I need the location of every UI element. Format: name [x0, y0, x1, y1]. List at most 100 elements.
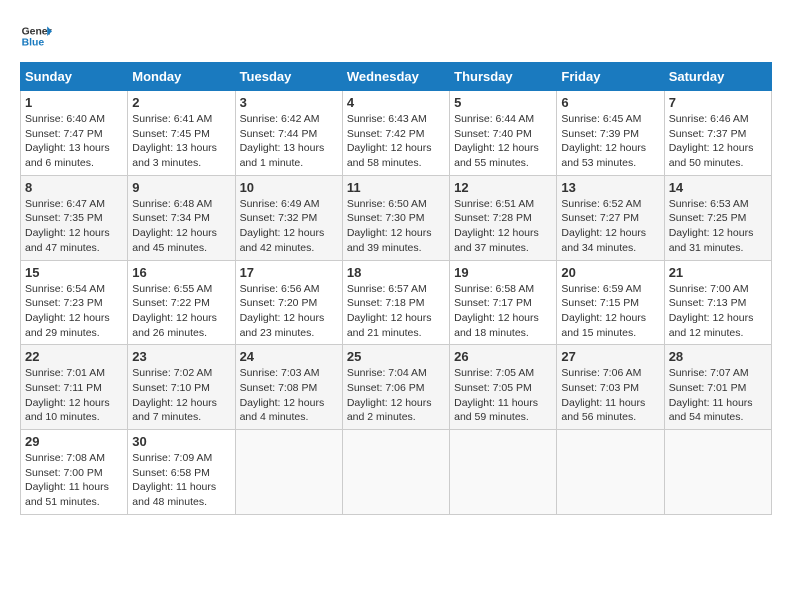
day-info: Sunrise: 7:01 AMSunset: 7:11 PMDaylight:… — [25, 366, 123, 425]
day-info: Sunrise: 6:44 AMSunset: 7:40 PMDaylight:… — [454, 112, 552, 171]
calendar-body: 1 Sunrise: 6:40 AMSunset: 7:47 PMDaylight… — [21, 91, 772, 515]
weekday-friday: Friday — [557, 63, 664, 91]
day-info: Sunrise: 6:56 AMSunset: 7:20 PMDaylight:… — [240, 282, 338, 341]
day-number: 26 — [454, 349, 552, 364]
weekday-monday: Monday — [128, 63, 235, 91]
weekday-sunday: Sunday — [21, 63, 128, 91]
day-info: Sunrise: 6:46 AMSunset: 7:37 PMDaylight:… — [669, 112, 767, 171]
day-info: Sunrise: 6:45 AMSunset: 7:39 PMDaylight:… — [561, 112, 659, 171]
week-row-2: 8Sunrise: 6:47 AMSunset: 7:35 PMDaylight… — [21, 175, 772, 260]
day-cell: 14Sunrise: 6:53 AMSunset: 7:25 PMDayligh… — [664, 175, 771, 260]
day-cell — [664, 430, 771, 515]
day-number: 12 — [454, 180, 552, 195]
day-number: 1 — [25, 95, 123, 110]
day-number: 27 — [561, 349, 659, 364]
day-cell: 6 Sunrise: 6:45 AMSunset: 7:39 PMDaylight… — [557, 91, 664, 176]
day-number: 30 — [132, 434, 230, 449]
day-cell: 9 Sunrise: 6:48 AMSunset: 7:34 PMDaylight… — [128, 175, 235, 260]
day-cell: 15 Sunrise: 6:54 AMSunset: 7:23 PMDayligh… — [21, 260, 128, 345]
week-row-5: 29Sunrise: 7:08 AMSunset: 7:00 PMDayligh… — [21, 430, 772, 515]
day-number: 6 — [561, 95, 659, 110]
day-info: Sunrise: 6:52 AMSunset: 7:27 PMDaylight:… — [561, 197, 659, 256]
day-info: Sunrise: 6:43 AMSunset: 7:42 PMDaylight:… — [347, 112, 445, 171]
day-cell: 30 Sunrise: 7:09 AMSunset: 6:58 PMDayligh… — [128, 430, 235, 515]
day-info: Sunrise: 6:59 AMSunset: 7:15 PMDaylight:… — [561, 282, 659, 341]
day-number: 17 — [240, 265, 338, 280]
day-number: 29 — [25, 434, 123, 449]
weekday-wednesday: Wednesday — [342, 63, 449, 91]
day-info: Sunrise: 6:54 AMSunset: 7:23 PMDaylight:… — [25, 282, 123, 341]
day-cell: 27 Sunrise: 7:06 AMSunset: 7:03 PMDayligh… — [557, 345, 664, 430]
weekday-saturday: Saturday — [664, 63, 771, 91]
day-cell: 4 Sunrise: 6:43 AMSunset: 7:42 PMDaylight… — [342, 91, 449, 176]
day-cell: 5 Sunrise: 6:44 AMSunset: 7:40 PMDaylight… — [450, 91, 557, 176]
day-cell: 21 Sunrise: 7:00 AMSunset: 7:13 PMDayligh… — [664, 260, 771, 345]
day-cell: 18Sunrise: 6:57 AMSunset: 7:18 PMDayligh… — [342, 260, 449, 345]
day-number: 15 — [25, 265, 123, 280]
day-info: Sunrise: 7:07 AMSunset: 7:01 PMDaylight:… — [669, 366, 767, 425]
week-row-3: 15 Sunrise: 6:54 AMSunset: 7:23 PMDayligh… — [21, 260, 772, 345]
day-info: Sunrise: 7:03 AMSunset: 7:08 PMDaylight:… — [240, 366, 338, 425]
day-cell: 22 Sunrise: 7:01 AMSunset: 7:11 PMDayligh… — [21, 345, 128, 430]
weekday-tuesday: Tuesday — [235, 63, 342, 91]
day-number: 21 — [669, 265, 767, 280]
day-cell: 24Sunrise: 7:03 AMSunset: 7:08 PMDayligh… — [235, 345, 342, 430]
day-number: 19 — [454, 265, 552, 280]
day-info: Sunrise: 7:02 AMSunset: 7:10 PMDaylight:… — [132, 366, 230, 425]
day-cell: 1 Sunrise: 6:40 AMSunset: 7:47 PMDaylight… — [21, 91, 128, 176]
weekday-header-row: SundayMondayTuesdayWednesdayThursdayFrid… — [21, 63, 772, 91]
day-info: Sunrise: 7:00 AMSunset: 7:13 PMDaylight:… — [669, 282, 767, 341]
day-number: 28 — [669, 349, 767, 364]
day-cell: 11Sunrise: 6:50 AMSunset: 7:30 PMDayligh… — [342, 175, 449, 260]
week-row-1: 1 Sunrise: 6:40 AMSunset: 7:47 PMDaylight… — [21, 91, 772, 176]
page-header: General Blue — [20, 20, 772, 52]
day-cell — [450, 430, 557, 515]
day-number: 11 — [347, 180, 445, 195]
day-number: 2 — [132, 95, 230, 110]
day-info: Sunrise: 6:49 AMSunset: 7:32 PMDaylight:… — [240, 197, 338, 256]
logo-icon: General Blue — [20, 20, 52, 52]
day-number: 25 — [347, 349, 445, 364]
logo: General Blue — [20, 20, 52, 52]
day-cell: 8Sunrise: 6:47 AMSunset: 7:35 PMDaylight… — [21, 175, 128, 260]
day-cell: 26Sunrise: 7:05 AMSunset: 7:05 PMDayligh… — [450, 345, 557, 430]
weekday-thursday: Thursday — [450, 63, 557, 91]
day-info: Sunrise: 7:04 AMSunset: 7:06 PMDaylight:… — [347, 366, 445, 425]
day-info: Sunrise: 6:55 AMSunset: 7:22 PMDaylight:… — [132, 282, 230, 341]
day-number: 10 — [240, 180, 338, 195]
day-info: Sunrise: 6:40 AMSunset: 7:47 PMDaylight:… — [25, 112, 123, 171]
day-cell: 29Sunrise: 7:08 AMSunset: 7:00 PMDayligh… — [21, 430, 128, 515]
day-info: Sunrise: 6:58 AMSunset: 7:17 PMDaylight:… — [454, 282, 552, 341]
day-cell — [235, 430, 342, 515]
day-number: 4 — [347, 95, 445, 110]
day-cell: 20 Sunrise: 6:59 AMSunset: 7:15 PMDayligh… — [557, 260, 664, 345]
day-info: Sunrise: 6:53 AMSunset: 7:25 PMDaylight:… — [669, 197, 767, 256]
day-cell — [342, 430, 449, 515]
day-info: Sunrise: 7:06 AMSunset: 7:03 PMDaylight:… — [561, 366, 659, 425]
day-cell: 19 Sunrise: 6:58 AMSunset: 7:17 PMDayligh… — [450, 260, 557, 345]
day-number: 20 — [561, 265, 659, 280]
day-number: 9 — [132, 180, 230, 195]
day-cell: 25 Sunrise: 7:04 AMSunset: 7:06 PMDayligh… — [342, 345, 449, 430]
day-info: Sunrise: 6:48 AMSunset: 7:34 PMDaylight:… — [132, 197, 230, 256]
day-number: 3 — [240, 95, 338, 110]
day-cell: 28 Sunrise: 7:07 AMSunset: 7:01 PMDayligh… — [664, 345, 771, 430]
day-info: Sunrise: 6:42 AMSunset: 7:44 PMDaylight:… — [240, 112, 338, 171]
day-number: 8 — [25, 180, 123, 195]
day-number: 13 — [561, 180, 659, 195]
day-number: 22 — [25, 349, 123, 364]
day-info: Sunrise: 6:51 AMSunset: 7:28 PMDaylight:… — [454, 197, 552, 256]
day-number: 23 — [132, 349, 230, 364]
day-cell: 13 Sunrise: 6:52 AMSunset: 7:27 PMDayligh… — [557, 175, 664, 260]
day-cell — [557, 430, 664, 515]
day-info: Sunrise: 6:41 AMSunset: 7:45 PMDaylight:… — [132, 112, 230, 171]
day-cell: 16 Sunrise: 6:55 AMSunset: 7:22 PMDayligh… — [128, 260, 235, 345]
day-number: 5 — [454, 95, 552, 110]
day-info: Sunrise: 6:57 AMSunset: 7:18 PMDaylight:… — [347, 282, 445, 341]
day-cell: 12 Sunrise: 6:51 AMSunset: 7:28 PMDayligh… — [450, 175, 557, 260]
day-info: Sunrise: 7:09 AMSunset: 6:58 PMDaylight:… — [132, 451, 230, 510]
day-cell: 7Sunrise: 6:46 AMSunset: 7:37 PMDaylight… — [664, 91, 771, 176]
day-cell: 17 Sunrise: 6:56 AMSunset: 7:20 PMDayligh… — [235, 260, 342, 345]
day-number: 16 — [132, 265, 230, 280]
svg-text:Blue: Blue — [22, 38, 45, 49]
